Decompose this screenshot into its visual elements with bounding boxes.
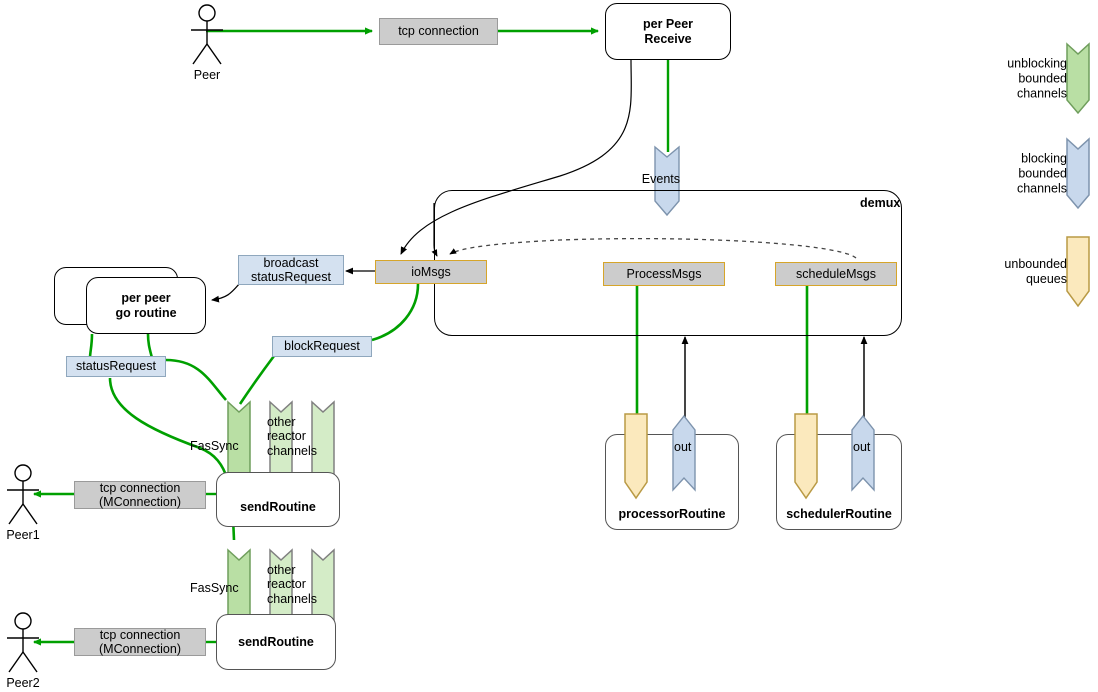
demux-label: demux	[860, 196, 901, 210]
tcp-peer1-line2: (MConnection)	[99, 495, 181, 509]
legend-1-line1: blocking	[1021, 151, 1067, 165]
orc2-line1: other	[267, 563, 296, 577]
tcp-peer1-line1: tcp connection	[99, 480, 181, 495]
tcp-connection-box: tcp connection	[379, 18, 498, 45]
tcp-connection-peer1-box: tcp connection (MConnection)	[74, 481, 206, 509]
legend-blocking-label: blocking bounded channels	[1017, 151, 1067, 196]
legend-unblocking-label: unblocking bounded channels	[1007, 56, 1067, 101]
per-peer-receive-line1: per Peer	[642, 17, 694, 32]
send-routine-2-label: sendRoutine	[238, 634, 314, 649]
scheduler-routine-label: schedulerRoutine	[786, 506, 892, 521]
legend-1-line3: channels	[1016, 181, 1067, 195]
processor-input-queue-arrow	[623, 412, 651, 500]
processor-routine-label: processorRoutine	[618, 506, 726, 521]
legend-unblocking-bounded-channels: unblocking bounded channels	[1007, 42, 1093, 115]
orc2-line3: channels	[267, 591, 318, 606]
actor-peer: Peer	[186, 4, 228, 82]
fassync-channel-1-label: FasSync	[190, 439, 239, 453]
send-routine-1-label: sendRoutine	[240, 499, 316, 514]
per-peer-receive-box: per Peer Receive	[605, 3, 731, 60]
diagram-canvas: Peer Peer1 Peer2 tcp connection per Peer…	[0, 0, 1098, 692]
process-msgs-box[interactable]: ProcessMsgs	[603, 262, 725, 286]
other-reactor-channels-1-label: other reactor channels	[267, 415, 329, 458]
per-peer-receive-line2: Receive	[644, 31, 692, 46]
tcp-peer2-line1: tcp connection	[99, 627, 181, 642]
actor-peer1: Peer1	[2, 464, 44, 542]
legend-0-line2: bounded	[1018, 71, 1067, 85]
per-peer-goroutine-box[interactable]: per peer go routine	[86, 277, 206, 334]
other-reactor-channels-2-label: other reactor channels	[267, 563, 329, 606]
block-request-box[interactable]: blockRequest	[272, 336, 372, 357]
legend-blocking-bounded-channels: blocking bounded channels	[1017, 137, 1093, 210]
tcp-connection-peer2-box: tcp connection (MConnection)	[74, 628, 206, 656]
broadcast-status-request-box[interactable]: broadcast statusRequest	[238, 255, 344, 285]
processor-out-label: out	[674, 440, 692, 454]
legend-0-line3: channels	[1016, 86, 1067, 100]
actor-peer2-label: Peer2	[6, 676, 40, 690]
connector-layer	[33, 27, 868, 646]
legend-2-line2: queues	[1025, 271, 1067, 286]
tcp-peer2-line2: (MConnection)	[99, 642, 181, 656]
orc2-line2: reactor	[267, 577, 306, 592]
io-msgs-box[interactable]: ioMsgs	[375, 260, 487, 284]
schedule-msgs-box[interactable]: scheduleMsgs	[775, 262, 897, 286]
send-routine-2-box[interactable]: sendRoutine	[216, 614, 336, 670]
legend-0-line1: unblocking	[1007, 56, 1067, 70]
status-request-box[interactable]: statusRequest	[66, 356, 166, 377]
orc1-line1: other	[267, 415, 296, 429]
actor-peer-label: Peer	[193, 68, 221, 82]
broadcast-status-request-line2: statusRequest	[251, 270, 331, 284]
orc1-line3: channels	[267, 443, 318, 458]
legend-2-line1: unbounded	[1004, 256, 1067, 271]
actor-peer1-label: Peer1	[6, 528, 40, 542]
fassync-channel-2-label: FasSync	[190, 581, 239, 595]
actor-peer2: Peer2	[2, 612, 44, 690]
send-routine-1-box[interactable]: sendRoutine	[216, 472, 340, 527]
orc1-line2: reactor	[267, 429, 306, 444]
scheduler-out-label: out	[853, 440, 871, 454]
scheduler-input-queue-arrow	[793, 412, 821, 500]
legend-1-line2: bounded	[1018, 166, 1067, 180]
broadcast-status-request-line1: broadcast	[263, 255, 319, 270]
per-peer-goroutine-line2: go routine	[115, 305, 177, 320]
legend-unbounded-queues: unbounded queues	[1004, 235, 1093, 308]
legend-unbounded-label: unbounded queues	[1004, 257, 1067, 287]
events-channel-label: Events	[641, 172, 680, 186]
per-peer-goroutine-line1: per peer	[121, 291, 171, 306]
